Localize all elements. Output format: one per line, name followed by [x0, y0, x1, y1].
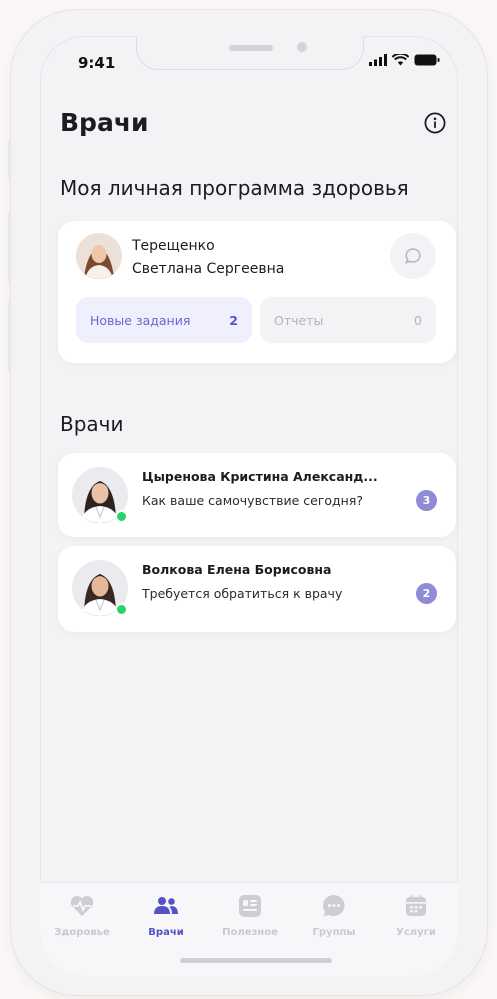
phone-screen: 9:41 Врачи Моя личная программа здоровья: [40, 36, 458, 976]
tab-health[interactable]: Здоровье: [40, 893, 124, 938]
doctor-list-item[interactable]: Волкова Елена Борисовна Требуется обрати…: [58, 546, 456, 632]
tab-label: Группы: [312, 927, 356, 938]
home-indicator[interactable]: [180, 958, 332, 963]
patient-name-line2: Светлана Сергеевна: [132, 261, 285, 277]
chat-icon: [405, 248, 421, 264]
online-indicator: [115, 603, 128, 616]
phone-side-button: [8, 212, 11, 282]
tab-label: Здоровье: [54, 927, 110, 938]
front-camera: [297, 42, 307, 52]
new-tasks-count: 2: [229, 312, 238, 328]
chat-button[interactable]: [390, 233, 436, 279]
tab-useful[interactable]: Полезное: [208, 893, 292, 938]
tab-label: Полезное: [222, 927, 278, 938]
phone-side-button: [8, 140, 11, 178]
notch: [136, 36, 364, 70]
doctor-last-message: Как ваше самочувствие сегодня?: [142, 493, 364, 508]
tab-label: Врачи: [148, 927, 184, 938]
heart-pulse-icon: [70, 896, 94, 916]
doctor-name: Цыренова Кристина Александ...: [142, 469, 378, 484]
people-icon: [154, 897, 178, 914]
tab-services[interactable]: Услуги: [374, 893, 458, 938]
battery-icon: [414, 54, 440, 66]
doctor-name: Волкова Елена Борисовна: [142, 562, 332, 577]
article-icon: [239, 895, 261, 917]
doctors-section-title: Врачи: [60, 412, 124, 436]
unread-badge: 2: [416, 583, 437, 604]
info-icon[interactable]: [424, 112, 446, 134]
reports-chip[interactable]: Отчеты 0: [260, 297, 436, 343]
reports-label: Отчеты: [274, 312, 324, 328]
calendar-icon: [406, 895, 426, 916]
unread-badge: 3: [416, 490, 437, 511]
doctor-last-message: Требуется обратиться к врачу: [142, 586, 343, 601]
doctor-list-item[interactable]: Цыренова Кристина Александ... Как ваше с…: [58, 453, 456, 537]
chat-bubble-icon: [322, 894, 345, 917]
patient-avatar: [76, 233, 122, 279]
new-tasks-label: Новые задания: [90, 312, 191, 328]
tab-doctors[interactable]: Врачи: [124, 893, 208, 938]
patient-name-line1: Терещенко: [132, 238, 215, 254]
program-section-title: Моя личная программа здоровья: [60, 176, 409, 200]
new-tasks-chip[interactable]: Новые задания 2: [76, 297, 252, 343]
status-icons: [369, 54, 440, 66]
page-title: Врачи: [60, 108, 149, 137]
online-indicator: [115, 510, 128, 523]
speaker: [229, 45, 273, 51]
phone-side-button: [8, 302, 11, 372]
reports-count: 0: [414, 312, 422, 328]
tab-label: Услуги: [396, 927, 436, 938]
signal-icon: [369, 54, 387, 66]
program-card[interactable]: Терещенко Светлана Сергеевна Новые задан…: [58, 221, 456, 363]
status-time: 9:41: [78, 54, 116, 72]
wifi-icon: [392, 54, 409, 66]
tab-groups[interactable]: Группы: [292, 893, 376, 938]
